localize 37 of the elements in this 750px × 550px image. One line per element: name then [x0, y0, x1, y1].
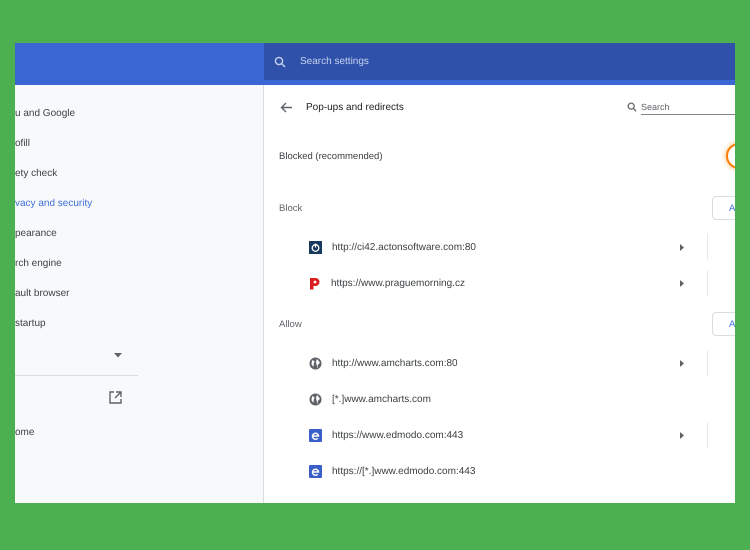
site-url: https://www.edmodo.com:443 — [332, 430, 464, 440]
setting-label: Blocked (recommended) — [279, 150, 382, 162]
site-url: http://www.amcharts.com:80 — [332, 358, 459, 368]
site-logo-icon — [309, 428, 322, 442]
caret-icon[interactable] — [114, 352, 122, 358]
site-url: https://[*.]www.edmodo.com:443 — [332, 466, 476, 476]
section-heading: Allow — [279, 318, 302, 330]
external-link-icon[interactable] — [109, 390, 122, 404]
globe-icon — [309, 392, 322, 406]
sidebar-item[interactable]: startup — [15, 309, 263, 339]
sidebar-item[interactable]: pearance — [15, 219, 263, 249]
section-heading: Block — [279, 202, 302, 214]
add-button[interactable]: A — [712, 196, 735, 220]
sidebar-item[interactable]: ety check — [15, 159, 263, 189]
back-arrow-icon[interactable] — [280, 102, 292, 112]
site-url: http://ci42.actonsoftware.com:80 — [332, 242, 477, 252]
expand-arrow-icon[interactable] — [680, 360, 684, 366]
expand-arrow-icon[interactable] — [680, 244, 684, 250]
sidebar-item[interactable]: vacy and security — [15, 189, 263, 219]
site-url: [*.]www.amcharts.com — [332, 394, 432, 404]
sidebar-item[interactable]: rch engine — [15, 249, 263, 279]
page-title: Pop-ups and redirects — [306, 102, 404, 112]
search-settings-field[interactable]: Search settings — [298, 55, 502, 68]
power-icon — [309, 240, 322, 254]
sidebar-item[interactable]: u and Google — [15, 99, 263, 129]
expand-arrow-icon[interactable] — [680, 280, 684, 286]
sidebar-item[interactable]: ofill — [15, 129, 263, 159]
site-logo-icon — [309, 464, 322, 478]
site-url: https://www.praguemorning.cz — [331, 278, 466, 288]
expand-arrow-icon[interactable] — [680, 432, 684, 438]
sidebar-item[interactable]: ome — [15, 418, 263, 448]
add-button[interactable]: A — [712, 312, 735, 336]
search-icon — [627, 102, 637, 112]
search-icon — [274, 56, 286, 68]
sidebar-item[interactable]: ault browser — [15, 279, 263, 309]
globe-icon — [309, 356, 322, 370]
site-logo-icon — [309, 276, 321, 290]
